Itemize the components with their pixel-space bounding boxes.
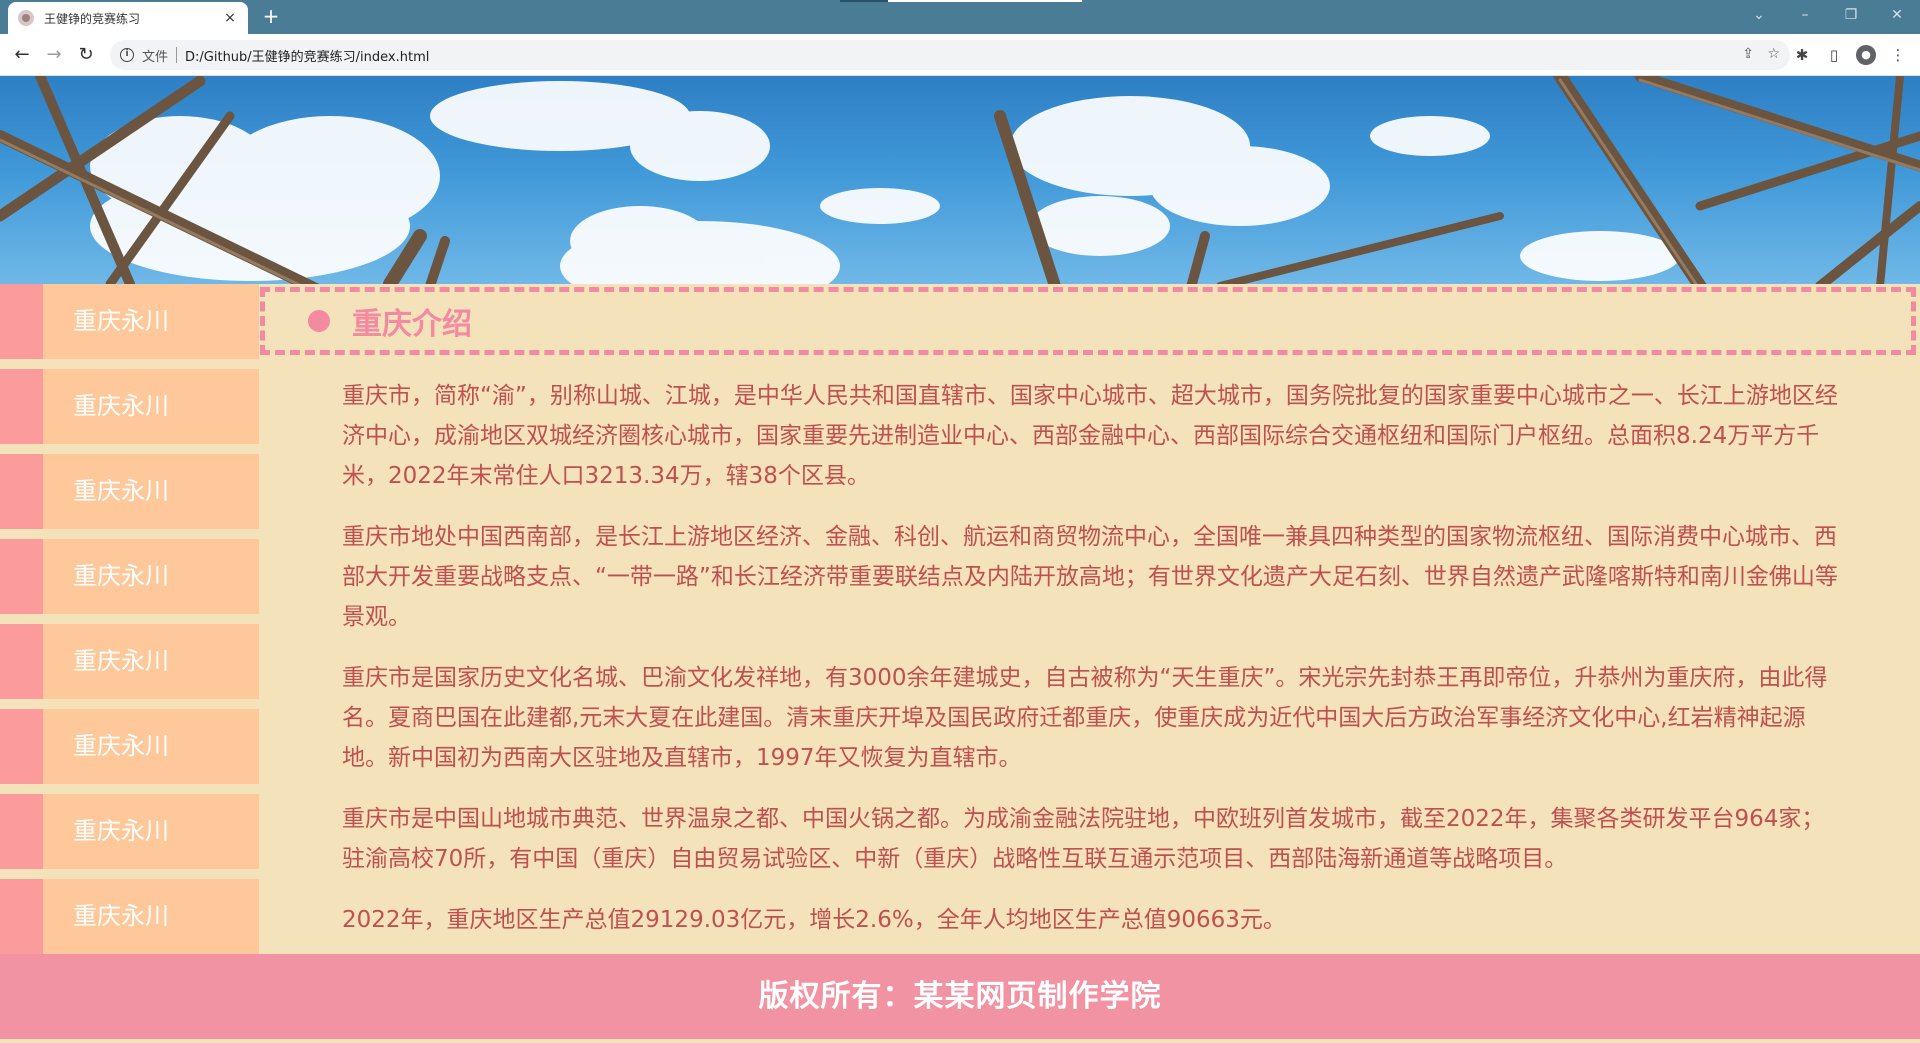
header-banner-image <box>0 76 1920 284</box>
intro-paragraph: 重庆市，简称“渝”，别称山城、江城，是中华人民共和国直辖市、国家中心城市、超大城… <box>342 383 1838 489</box>
section-heading: 重庆介绍 <box>352 307 472 342</box>
intro-content: 重庆市，简称“渝”，别称山城、江城，是中华人民共和国直辖市、国家中心城市、超大城… <box>342 376 1842 961</box>
sidebar-item-yongchuan[interactable]: 重庆永川 <box>0 709 259 784</box>
profile-avatar-icon[interactable]: ● <box>1856 45 1876 65</box>
scheme-label: 文件 <box>142 49 169 65</box>
info-icon[interactable]: i <box>120 48 134 62</box>
sidebar-item-label: 重庆永川 <box>73 732 169 760</box>
sidebar-item-yongchuan[interactable]: 重庆永川 <box>0 454 259 529</box>
page: 重庆永川 重庆永川 重庆永川 重庆永川 重庆永川 重庆永川 重庆永川 重庆永川 … <box>0 76 1920 1039</box>
sidebar-item-yongchuan[interactable]: 重庆永川 <box>0 879 259 954</box>
minimize-icon[interactable]: – <box>1794 4 1816 26</box>
sky-bamboo-illustration <box>0 76 1920 284</box>
back-arrow-icon[interactable]: ← <box>10 43 34 67</box>
close-tab-icon[interactable]: × <box>222 10 238 26</box>
new-tab-button[interactable]: + <box>260 6 282 28</box>
reload-icon[interactable]: ↻ <box>74 43 98 67</box>
browser-tab[interactable]: 王健铮的竞赛练习 × <box>8 2 248 34</box>
titlebar-accent <box>840 0 888 2</box>
copyright-text: 版权所有：某某网页制作学院 <box>758 979 1162 1014</box>
sidebar-item-label: 重庆永川 <box>73 647 169 675</box>
side-panel-icon[interactable]: ▯ <box>1824 45 1844 65</box>
sidebar-item-label: 重庆永川 <box>73 307 169 335</box>
sidebar-nav: 重庆永川 重庆永川 重庆永川 重庆永川 重庆永川 重庆永川 重庆永川 重庆永川 <box>0 284 259 964</box>
browser-titlebar: 王健铮的竞赛练习 × + ⌄ – ❐ ✕ <box>0 0 1920 34</box>
sidebar-item-yongchuan[interactable]: 重庆永川 <box>0 284 259 359</box>
forward-arrow-icon[interactable]: → <box>42 43 66 67</box>
bookmark-star-icon[interactable]: ☆ <box>1767 46 1780 62</box>
intro-paragraph: 重庆市是中国山地城市典范、世界温泉之都、中国火锅之都。为成渝金融法院驻地，中欧班… <box>342 806 1825 872</box>
sidebar-item-yongchuan[interactable]: 重庆永川 <box>0 369 259 444</box>
extensions-icon[interactable]: ✱ <box>1792 45 1812 65</box>
titlebar-accent-light <box>888 0 1082 2</box>
sidebar-item-label: 重庆永川 <box>73 902 169 930</box>
intro-paragraph: 2022年，重庆地区生产总值29129.03亿元，增长2.6%，全年人均地区生产… <box>342 907 1286 933</box>
browser-toolbar: ← → ↻ i 文件 D:/Github/王健铮的竞赛练习/index.html… <box>0 34 1920 76</box>
menu-kebab-icon[interactable]: ⋮ <box>1888 45 1908 65</box>
tab-search-icon[interactable]: ⌄ <box>1748 4 1770 26</box>
tab-title: 王健铮的竞赛练习 <box>44 11 141 26</box>
url-text[interactable]: D:/Github/王健铮的竞赛练习/index.html <box>185 46 429 65</box>
window-close-icon[interactable]: ✕ <box>1886 4 1908 26</box>
sidebar-item-label: 重庆永川 <box>73 817 169 845</box>
sidebar-item-yongchuan[interactable]: 重庆永川 <box>0 539 259 614</box>
intro-paragraph: 重庆市是国家历史文化名城、巴渝文化发祥地，有3000余年建城史，自古被称为“天生… <box>342 665 1828 771</box>
address-bar[interactable]: i 文件 D:/Github/王健铮的竞赛练习/index.html ⇪ ☆ <box>110 40 1790 70</box>
intro-paragraph: 重庆市地处中国西南部，是长江上游地区经济、金融、科创、航运和商贸物流中心，全国唯… <box>342 524 1838 630</box>
share-icon[interactable]: ⇪ <box>1742 46 1754 62</box>
sidebar-item-label: 重庆永川 <box>73 477 169 505</box>
favicon-icon <box>18 10 34 26</box>
restore-icon[interactable]: ❐ <box>1840 4 1862 26</box>
sidebar-item-label: 重庆永川 <box>73 392 169 420</box>
section-heading-box: 重庆介绍 <box>260 287 1916 355</box>
sidebar-item-yongchuan[interactable]: 重庆永川 <box>0 794 259 869</box>
sidebar-item-yongchuan[interactable]: 重庆永川 <box>0 624 259 699</box>
bullet-dot-icon <box>308 310 330 332</box>
sidebar-item-label: 重庆永川 <box>73 562 169 590</box>
address-separator <box>176 47 178 63</box>
footer: 版权所有：某某网页制作学院 <box>0 954 1920 1039</box>
